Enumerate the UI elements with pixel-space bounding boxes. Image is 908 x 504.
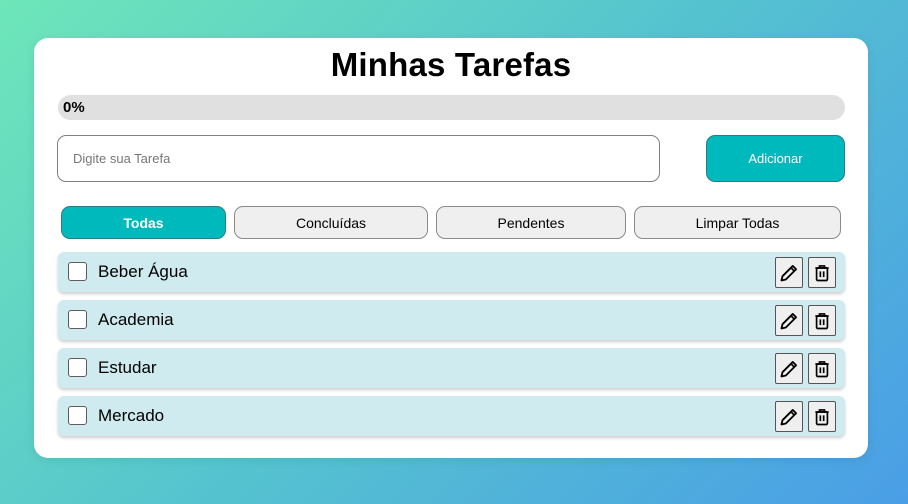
filter-completed-button[interactable]: Concluídas xyxy=(234,206,428,239)
task-label: Estudar xyxy=(98,358,157,377)
trash-icon xyxy=(815,408,829,425)
edit-button[interactable] xyxy=(775,353,803,384)
pencil-icon xyxy=(780,312,797,329)
trash-icon xyxy=(815,312,829,329)
task-item: Estudar xyxy=(58,348,845,388)
delete-button[interactable] xyxy=(808,305,836,336)
add-button[interactable]: Adicionar xyxy=(706,135,845,182)
delete-button[interactable] xyxy=(808,401,836,432)
filter-all-button[interactable]: Todas xyxy=(61,206,226,239)
edit-button[interactable] xyxy=(775,305,803,336)
task-input[interactable] xyxy=(57,135,660,182)
task-checkbox[interactable] xyxy=(68,262,87,281)
task-item: Beber Água xyxy=(58,252,845,292)
progress-bar: 0% xyxy=(58,95,845,120)
edit-button[interactable] xyxy=(775,401,803,432)
delete-button[interactable] xyxy=(808,353,836,384)
filter-pending-button[interactable]: Pendentes xyxy=(436,206,626,239)
task-checkbox[interactable] xyxy=(68,406,87,425)
edit-button[interactable] xyxy=(775,257,803,288)
todo-card: Minhas Tarefas 0% Adicionar Todas Conclu… xyxy=(34,38,868,458)
clear-all-button[interactable]: Limpar Todas xyxy=(634,206,841,239)
pencil-icon xyxy=(780,360,797,377)
task-label: Beber Água xyxy=(98,262,188,281)
page-title: Minhas Tarefas xyxy=(330,46,572,83)
task-checkbox[interactable] xyxy=(68,310,87,329)
trash-icon xyxy=(815,264,829,281)
task-item: Academia xyxy=(58,300,845,340)
pencil-icon xyxy=(780,264,797,281)
task-label: Academia xyxy=(98,310,174,329)
task-item: Mercado xyxy=(58,396,845,436)
delete-button[interactable] xyxy=(808,257,836,288)
progress-label: 0% xyxy=(63,99,85,116)
trash-icon xyxy=(815,360,829,377)
pencil-icon xyxy=(780,408,797,425)
task-checkbox[interactable] xyxy=(68,358,87,377)
task-label: Mercado xyxy=(98,406,165,425)
